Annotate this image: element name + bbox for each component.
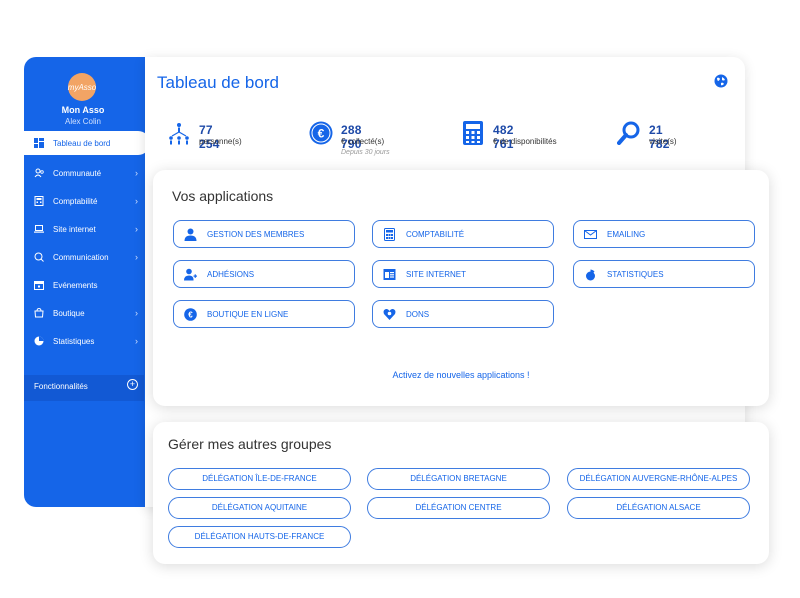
calculator-icon <box>463 121 483 145</box>
stat-label: € de disponibilités <box>493 137 557 146</box>
calculator-icon <box>34 196 44 206</box>
heart-icon <box>383 308 396 320</box>
website-icon <box>383 268 396 280</box>
sidebar-item-communaute[interactable]: Communauté › <box>24 159 152 187</box>
org-name: Mon Asso <box>61 105 105 115</box>
groups-card: Gérer mes autres groupes DÉLÉGATION ÎLE-… <box>153 422 769 564</box>
activate-apps-link[interactable]: Activez de nouvelles applications ! <box>153 370 769 380</box>
people-icon <box>169 123 189 145</box>
app-statistiques-button[interactable]: STATISTIQUES <box>573 260 755 288</box>
group-ile-de-france-button[interactable]: DÉLÉGATION ÎLE-DE-FRANCE <box>168 468 351 490</box>
sidebar-nav: Tableau de bord Communauté › Comptabilit… <box>24 131 152 355</box>
sidebar-item-communication[interactable]: Communication › <box>24 243 152 271</box>
community-icon <box>34 168 44 178</box>
sidebar-item-statistiques[interactable]: Statistiques › <box>24 327 152 355</box>
sidebar-item-evenements[interactable]: Evénements <box>24 271 152 299</box>
chevron-right-icon: › <box>135 308 138 318</box>
app-site-internet-button[interactable]: SITE INTERNET <box>372 260 554 288</box>
app-label: EMAILING <box>607 229 646 239</box>
sidebar-item-label: Communication <box>53 252 109 262</box>
user-add-icon <box>184 268 197 280</box>
page-title: Tableau de bord <box>157 73 279 92</box>
add-circle-icon[interactable]: + <box>127 379 138 390</box>
sidebar: myAsso Mon Asso Alex Colin Tableau de bo… <box>24 57 152 507</box>
app-label: SITE INTERNET <box>406 269 467 279</box>
chevron-right-icon: › <box>135 336 138 346</box>
app-emailing-button[interactable]: EMAILING <box>573 220 755 248</box>
app-gestion-membres-button[interactable]: GESTION DES MEMBRES <box>173 220 355 248</box>
app-label: COMPTABILITÉ <box>406 229 465 239</box>
group-hauts-de-france-button[interactable]: DÉLÉGATION HAUTS-DE-FRANCE <box>168 526 351 548</box>
laptop-icon <box>34 225 44 233</box>
globe-icon[interactable] <box>714 74 728 88</box>
sidebar-item-tableau-de-bord[interactable]: Tableau de bord <box>24 131 150 155</box>
sidebar-item-label: Comptabilité <box>53 196 98 206</box>
stat-sublabel: Depuis 30 jours <box>341 149 390 156</box>
groups-title: Gérer mes autres groupes <box>168 436 332 452</box>
calculator-icon <box>384 227 395 241</box>
calendar-icon <box>34 281 44 290</box>
group-bretagne-button[interactable]: DÉLÉGATION BRETAGNE <box>367 468 550 490</box>
sidebar-item-label: Evénements <box>53 280 98 290</box>
app-label: GESTION DES MEMBRES <box>207 229 305 239</box>
group-centre-button[interactable]: DÉLÉGATION CENTRE <box>367 497 550 519</box>
app-adhesions-button[interactable]: ADHÉSIONS <box>173 260 355 288</box>
features-label[interactable]: Fonctionnalités <box>34 382 88 391</box>
sidebar-item-label: Site internet <box>53 224 96 234</box>
user-icon <box>184 228 197 241</box>
applications-card: Vos applications GESTION DES MEMBRES COM… <box>153 170 769 406</box>
envelope-icon <box>584 229 597 239</box>
stat-label: personne(s) <box>199 137 242 146</box>
app-dons-button[interactable]: DONS <box>372 300 554 328</box>
user-name: Alex Colin <box>64 117 101 126</box>
sidebar-item-label: Communauté <box>53 168 102 178</box>
sidebar-item-boutique[interactable]: Boutique › <box>24 299 152 327</box>
sidebar-item-comptabilite[interactable]: Comptabilité › <box>24 187 152 215</box>
svg-text:€: € <box>318 127 325 141</box>
chevron-right-icon: › <box>135 196 138 206</box>
euro-icon: € <box>309 121 333 145</box>
app-label: BOUTIQUE EN LIGNE <box>207 309 289 319</box>
chevron-right-icon: › <box>135 224 138 234</box>
sidebar-item-label: Statistiques <box>53 336 95 346</box>
app-boutique-button[interactable]: € BOUTIQUE EN LIGNE <box>173 300 355 328</box>
chevron-right-icon: › <box>135 168 138 178</box>
sidebar-item-site-internet[interactable]: Site internet › <box>24 215 152 243</box>
stat-label: visite(s) <box>649 137 677 146</box>
pie-chart-icon <box>34 336 44 346</box>
avatar[interactable]: myAsso <box>68 73 96 101</box>
dashboard-icon <box>34 138 44 148</box>
sidebar-item-label: Tableau de bord <box>53 138 111 148</box>
svg-text:€: € <box>188 310 193 319</box>
group-aquitaine-button[interactable]: DÉLÉGATION AQUITAINE <box>168 497 351 519</box>
app-comptabilite-button[interactable]: COMPTABILITÉ <box>372 220 554 248</box>
app-label: DONS <box>406 309 430 319</box>
euro-icon: € <box>184 307 197 321</box>
sidebar-item-label: Boutique <box>53 308 85 318</box>
shop-icon <box>34 308 44 318</box>
chat-icon <box>34 252 44 262</box>
chevron-right-icon: › <box>135 252 138 262</box>
stat-label: € collecté(s) <box>341 137 385 146</box>
group-alsace-button[interactable]: DÉLÉGATION ALSACE <box>567 497 750 519</box>
applications-title: Vos applications <box>172 188 274 204</box>
app-label: STATISTIQUES <box>607 269 664 279</box>
chart-icon <box>586 269 595 280</box>
magnifier-icon <box>617 121 640 145</box>
app-label: ADHÉSIONS <box>207 269 255 279</box>
group-auvergne-rhone-alpes-button[interactable]: DÉLÉGATION AUVERGNE-RHÔNE-ALPES <box>567 468 750 490</box>
